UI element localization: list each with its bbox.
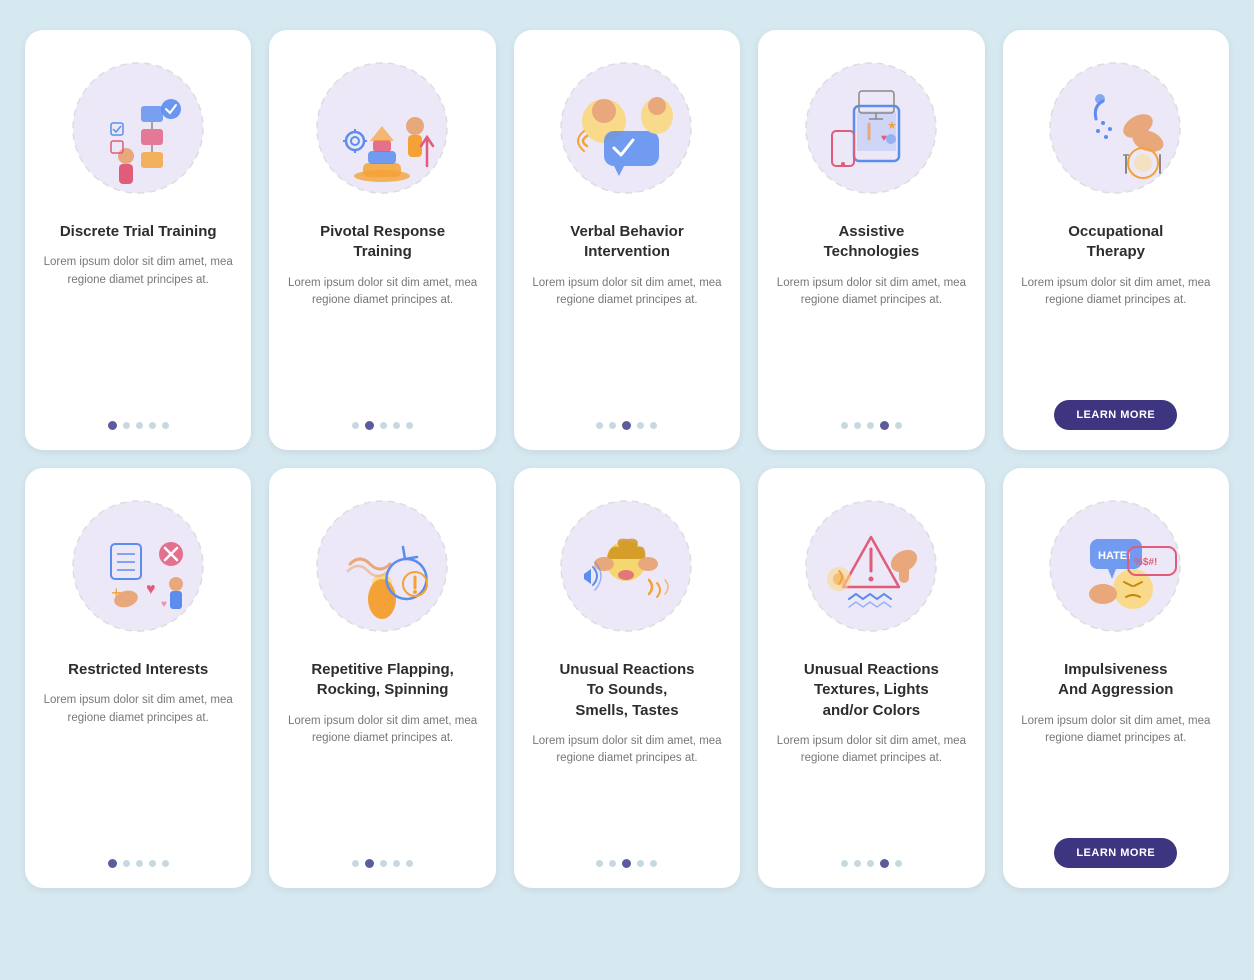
icon-discrete [58,48,218,208]
dot-3 [136,860,143,867]
dot-4 [637,422,644,429]
dot-4 [393,860,400,867]
card-repetitive: Repetitive Flapping,Rocking, Spinning Lo… [269,468,495,888]
card-desc: Lorem ipsum dolor sit dim amet, mea regi… [774,275,968,408]
learn-more-button-occupational[interactable]: LEARN MORE [1054,400,1177,430]
dot-4 [393,422,400,429]
dot-3 [867,860,874,867]
icon-repetitive [303,486,463,646]
dot-1 [596,860,603,867]
card-title: Pivotal ResponseTraining [320,222,445,263]
icon-verbal [547,48,707,208]
dot-2 [123,422,130,429]
card-textures: Unusual ReactionsTextures, Lightsand/or … [758,468,984,888]
card-desc: Lorem ipsum dolor sit dim amet, mea regi… [1019,275,1213,387]
card-desc: Lorem ipsum dolor sit dim amet, mea regi… [285,713,479,846]
dot-4 [637,860,644,867]
card-title: Restricted Interests [68,660,208,680]
dot-1 [841,422,848,429]
dot-2 [854,422,861,429]
dot-2 [609,422,616,429]
dot-4 [880,421,889,430]
dot-4 [149,860,156,867]
icon-textures [791,486,951,646]
svg-text:★: ★ [887,120,897,132]
dot-5 [162,422,169,429]
card-desc: Lorem ipsum dolor sit dim amet, mea regi… [1019,713,1213,825]
dot-3 [622,859,631,868]
card-desc: Lorem ipsum dolor sit dim amet, mea regi… [774,733,968,845]
dots [108,421,169,430]
icon-sounds [547,486,707,646]
card-discrete-trial: Discrete Trial Training Lorem ipsum dolo… [25,30,251,450]
card-verbal: Verbal BehaviorIntervention Lorem ipsum … [514,30,740,450]
card-desc: Lorem ipsum dolor sit dim amet, mea regi… [530,733,724,845]
row-2: ♥ ♥ + Restricted Interests Lorem ipsum d… [25,468,1229,888]
card-title: ImpulsivenessAnd Aggression [1058,660,1173,701]
dots [841,421,902,430]
dot-1 [108,421,117,430]
dot-3 [867,422,874,429]
dot-2 [123,860,130,867]
dot-2 [609,860,616,867]
card-pivotal: Pivotal ResponseTraining Lorem ipsum dol… [269,30,495,450]
card-restricted: ♥ ♥ + Restricted Interests Lorem ipsum d… [25,468,251,888]
card-title: Discrete Trial Training [60,222,217,242]
icon-pivotal [303,48,463,208]
dot-5 [406,422,413,429]
dot-1 [841,860,848,867]
dot-5 [895,860,902,867]
card-title: OccupationalTherapy [1068,222,1163,263]
dots [596,421,657,430]
svg-text:♥: ♥ [146,581,156,598]
row-1: Discrete Trial Training Lorem ipsum dolo… [25,30,1229,450]
card-occupational: OccupationalTherapy Lorem ipsum dolor si… [1003,30,1229,450]
icon-impulsive: HATE! %$#! [1036,486,1196,646]
card-desc: Lorem ipsum dolor sit dim amet, mea regi… [41,254,235,407]
svg-text:HATE!: HATE! [1098,550,1131,562]
dots [352,859,413,868]
dot-5 [406,860,413,867]
dot-2 [365,421,374,430]
card-title: Repetitive Flapping,Rocking, Spinning [311,660,454,701]
dot-1 [352,860,359,867]
card-desc: Lorem ipsum dolor sit dim amet, mea regi… [41,692,235,845]
card-desc: Lorem ipsum dolor sit dim amet, mea regi… [285,275,479,408]
dot-4 [880,859,889,868]
card-assistive: ★ ♥ AssistiveTechnologies Lorem ipsum do… [758,30,984,450]
card-desc: Lorem ipsum dolor sit dim amet, mea regi… [530,275,724,408]
card-sounds: Unusual ReactionsTo Sounds,Smells, Taste… [514,468,740,888]
learn-more-button-impulsive[interactable]: LEARN MORE [1054,838,1177,868]
dot-3 [380,422,387,429]
svg-text:%$#!: %$#! [1134,557,1157,568]
dot-3 [136,422,143,429]
dots [841,859,902,868]
dot-2 [365,859,374,868]
dots [352,421,413,430]
icon-occupational [1036,48,1196,208]
dot-1 [596,422,603,429]
card-title: AssistiveTechnologies [824,222,920,263]
icon-assistive: ★ ♥ [791,48,951,208]
card-title: Unusual ReactionsTo Sounds,Smells, Taste… [559,660,694,721]
icon-restricted: ♥ ♥ + [58,486,218,646]
dot-1 [108,859,117,868]
dot-3 [380,860,387,867]
dot-1 [352,422,359,429]
dot-5 [895,422,902,429]
card-title: Verbal BehaviorIntervention [570,222,683,263]
dots [108,859,169,868]
dot-4 [149,422,156,429]
dot-3 [622,421,631,430]
card-impulsive: HATE! %$#! ImpulsivenessAnd Aggression L… [1003,468,1229,888]
dot-5 [650,860,657,867]
dot-2 [854,860,861,867]
dot-5 [650,422,657,429]
dots [596,859,657,868]
dot-5 [162,860,169,867]
card-title: Unusual ReactionsTextures, Lightsand/or … [804,660,939,721]
svg-text:♥: ♥ [161,599,167,610]
